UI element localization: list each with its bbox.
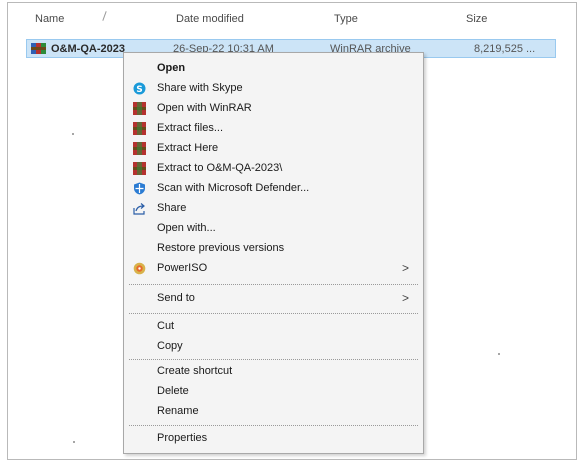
menu-item-copy[interactable]: Copy — [126, 337, 421, 356]
scan-speck — [73, 441, 75, 443]
menu-item-cut[interactable]: Cut — [126, 317, 421, 336]
menu-item-extract-to-folder[interactable]: Extract to O&M-QA-2023\ — [126, 159, 421, 178]
menu-item-share-with-skype[interactable]: S Share with Skype — [126, 79, 421, 98]
menu-item-restore-previous-versions[interactable]: Restore previous versions — [126, 239, 421, 258]
column-name[interactable]: Name — [35, 13, 64, 25]
svg-text:S: S — [136, 85, 142, 95]
menu-item-send-to[interactable]: Send to > — [126, 289, 421, 308]
menu-item-delete[interactable]: Delete — [126, 382, 421, 401]
defender-shield-icon — [134, 182, 145, 195]
menu-separator — [129, 425, 418, 427]
menu-item-label: Restore previous versions — [157, 242, 285, 254]
poweriso-icon — [133, 262, 146, 275]
share-icon — [133, 203, 145, 215]
menu-item-label: Open with WinRAR — [157, 102, 252, 114]
menu-item-label: Share with Skype — [157, 82, 243, 94]
menu-item-rename[interactable]: Rename — [126, 402, 421, 421]
menu-separator — [129, 313, 418, 315]
menu-item-share[interactable]: Share — [126, 199, 421, 218]
submenu-arrow-icon: > — [401, 261, 409, 275]
context-menu: Open S Share with Skype Open with WinRAR… — [123, 52, 424, 454]
menu-item-extract-here[interactable]: Extract Here — [126, 139, 421, 158]
column-header: Name Date modified Type Size — [8, 9, 576, 31]
menu-item-label: Send to — [157, 292, 195, 304]
menu-item-extract-files[interactable]: Extract files... — [126, 119, 421, 138]
submenu-arrow-icon: > — [401, 291, 409, 305]
menu-item-open[interactable]: Open — [126, 59, 421, 78]
menu-item-label: Rename — [157, 405, 199, 417]
menu-item-label: Create shortcut — [157, 365, 233, 377]
scan-speck — [498, 353, 500, 355]
menu-item-poweriso[interactable]: PowerISO > — [126, 259, 421, 278]
column-date-modified[interactable]: Date modified — [176, 13, 244, 25]
column-divider — [102, 11, 107, 21]
menu-item-label: Delete — [157, 385, 189, 397]
menu-item-label: Open — [157, 62, 186, 74]
menu-item-label: Scan with Microsoft Defender... — [157, 182, 310, 194]
menu-separator — [129, 359, 418, 361]
menu-item-label: Share — [157, 202, 187, 214]
file-name: O&M-QA-2023 — [51, 43, 125, 55]
winrar-icon — [133, 142, 146, 155]
column-type[interactable]: Type — [334, 13, 358, 25]
menu-item-create-shortcut[interactable]: Create shortcut — [126, 362, 421, 381]
menu-item-label: Open with... — [157, 222, 216, 234]
menu-item-scan-with-defender[interactable]: Scan with Microsoft Defender... — [126, 179, 421, 198]
winrar-archive-icon — [31, 43, 46, 54]
menu-separator — [129, 284, 418, 286]
menu-item-label: Properties — [157, 432, 208, 444]
menu-item-label: Extract files... — [157, 122, 224, 134]
menu-item-label: Extract Here — [157, 142, 219, 154]
winrar-icon — [133, 122, 146, 135]
menu-item-label: Copy — [157, 340, 183, 352]
menu-item-label: PowerISO — [157, 262, 208, 274]
winrar-icon — [133, 102, 146, 115]
menu-item-label: Extract to O&M-QA-2023\ — [157, 162, 283, 174]
menu-item-open-with-winrar[interactable]: Open with WinRAR — [126, 99, 421, 118]
file-explorer-window: Name Date modified Type Size O&M-QA-2023… — [7, 2, 577, 460]
column-size[interactable]: Size — [466, 13, 487, 25]
winrar-icon — [133, 162, 146, 175]
scan-speck — [72, 133, 74, 135]
file-size: 8,219,525 ... — [474, 43, 536, 55]
skype-icon: S — [133, 82, 146, 95]
menu-item-properties[interactable]: Properties — [126, 429, 421, 448]
menu-item-open-with[interactable]: Open with... — [126, 219, 421, 238]
menu-item-label: Cut — [157, 320, 175, 332]
